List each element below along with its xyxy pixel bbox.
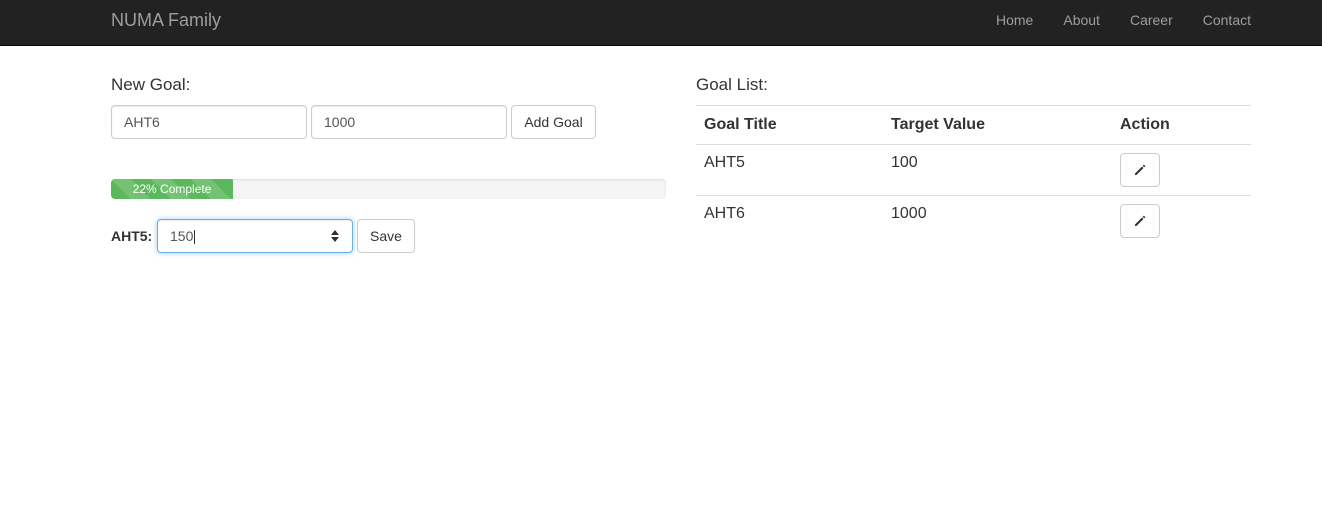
goal-progress-bar: 22% Complete — [111, 179, 234, 199]
nav-link-home[interactable]: Home — [981, 0, 1048, 46]
brand-link[interactable]: NUMA Family — [111, 10, 221, 30]
table-header-row: Goal Title Target Value Action — [696, 105, 1251, 145]
text-caret — [194, 230, 196, 245]
spinner-down-icon[interactable] — [331, 237, 339, 242]
target-value-cell: 1000 — [883, 195, 1112, 247]
nav-link-career[interactable]: Career — [1115, 0, 1188, 46]
progress-value-text: 150 — [170, 228, 194, 244]
goal-title-cell: AHT6 — [696, 195, 883, 247]
add-goal-button[interactable]: Add Goal — [511, 105, 596, 139]
edit-goal-button[interactable] — [1120, 204, 1160, 238]
number-spinner[interactable] — [330, 229, 340, 243]
goal-title-input[interactable]: AHT6 — [111, 105, 307, 139]
top-navbar: NUMA Family Home About Career Contact — [0, 0, 1322, 46]
column-header-target-value: Target Value — [883, 105, 1112, 145]
pencil-icon — [1135, 164, 1146, 175]
goal-progress: 22% Complete — [111, 179, 666, 199]
goal-target-input[interactable]: 1000 — [311, 105, 507, 139]
table-row: AHT5 100 — [696, 144, 1251, 196]
update-goal-label: AHT5: — [111, 228, 153, 244]
goal-list-heading: Goal List: — [696, 75, 768, 94]
edit-goal-button[interactable] — [1120, 153, 1160, 187]
goal-title-cell: AHT5 — [696, 144, 883, 196]
spinner-up-icon[interactable] — [331, 230, 339, 235]
column-header-action: Action — [1112, 105, 1251, 145]
progress-value-input[interactable]: 150 — [157, 219, 353, 253]
goal-list-table: Goal Title Target Value Action AHT5 100 … — [696, 105, 1251, 247]
action-cell — [1112, 144, 1251, 196]
new-goal-heading: New Goal: — [111, 75, 191, 94]
table-row: AHT6 1000 — [696, 195, 1251, 247]
nav-link-contact[interactable]: Contact — [1188, 0, 1251, 46]
pencil-icon — [1135, 215, 1146, 226]
nav-link-about[interactable]: About — [1048, 0, 1115, 46]
target-value-cell: 100 — [883, 144, 1112, 196]
column-header-goal-title: Goal Title — [696, 105, 883, 145]
nav-links: Home About Career Contact — [981, 0, 1251, 46]
action-cell — [1112, 195, 1251, 247]
save-button[interactable]: Save — [357, 219, 415, 253]
